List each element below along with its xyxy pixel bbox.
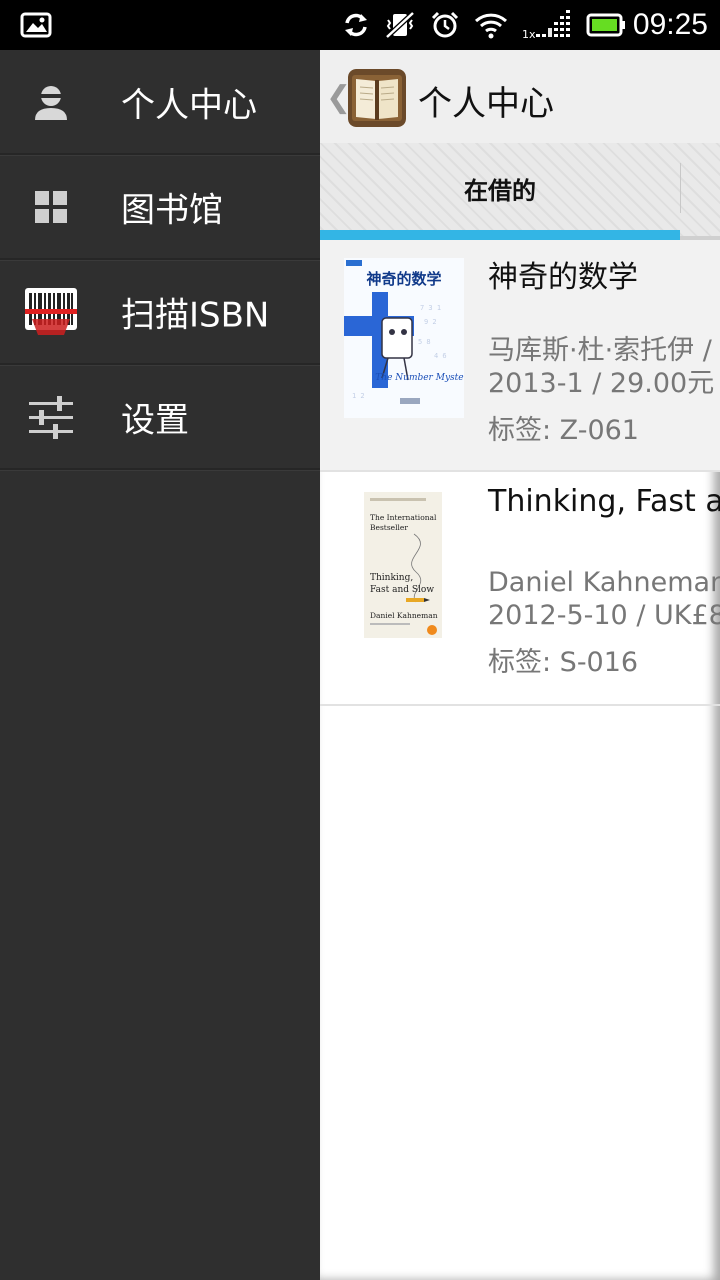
drawer-item-label: 图书馆	[121, 190, 223, 230]
drawer-item-label: 设置	[121, 400, 189, 440]
vibrate-off-icon	[384, 11, 416, 39]
cover-line2: Bestseller	[370, 523, 408, 532]
tab-indicator	[320, 230, 680, 240]
list-item[interactable]: 神奇的数学 7 3 1 9 2 5 8 4 6 1 2 The Number Myst…	[320, 240, 720, 472]
svg-text:1x: 1x	[522, 28, 536, 40]
cover-line1: The International	[370, 513, 437, 522]
book-cover: 神奇的数学 7 3 1 9 2 5 8 4 6 1 2 The Number Myst…	[344, 258, 464, 418]
sync-icon	[342, 11, 370, 39]
book-tag: 标签: Z-061	[488, 415, 639, 446]
svg-text:9 2: 9 2	[424, 318, 437, 326]
sliders-icon	[24, 390, 78, 444]
book-author: 马库斯·杜·索托伊 /	[488, 335, 712, 366]
book-title: Thinking, Fast ar	[488, 484, 720, 519]
svg-text:1 2: 1 2	[352, 392, 365, 400]
cover-line3: Thinking,	[370, 573, 413, 583]
page-title: 个人中心	[418, 84, 554, 124]
content-panel: ❮ 个人中心 在借的 神奇的数学 7 3 1 9 2 5 8 4 6 1 2 T…	[320, 50, 720, 1280]
svg-text:7 3 1: 7 3 1	[420, 304, 441, 312]
app-logo-icon[interactable]	[348, 69, 406, 127]
drawer-item-label: 扫描ISBN	[121, 295, 270, 335]
book-title: 神奇的数学	[488, 260, 638, 295]
book-publish-info: 2013-1 / 29.00元	[488, 368, 715, 399]
drawer-item-label: 个人中心	[121, 85, 257, 125]
book-list: 神奇的数学 7 3 1 9 2 5 8 4 6 1 2 The Number Myst…	[320, 240, 720, 706]
user-icon	[24, 75, 78, 129]
book-author: Daniel Kahneman /	[488, 567, 720, 598]
barcode-icon	[24, 285, 78, 339]
drawer-item-settings[interactable]: 设置	[0, 365, 320, 470]
tab-label: 在借的	[464, 177, 536, 205]
navigation-drawer: 个人中心 图书馆 扫描ISBN 设置	[0, 50, 320, 1280]
cover-author: Daniel Kahneman	[370, 611, 438, 620]
drawer-item-library[interactable]: 图书馆	[0, 155, 320, 260]
drawer-item-scan-isbn[interactable]: 扫描ISBN	[0, 260, 320, 365]
cover-subtitle: The Number Mysteries	[375, 373, 464, 383]
signal-icon: 1x	[522, 10, 572, 40]
book-tag: 标签: S-016	[488, 647, 639, 678]
drawer-item-personal-center[interactable]: 个人中心	[0, 50, 320, 155]
battery-icon	[586, 12, 626, 38]
cover-line4: Fast and Slow	[370, 585, 434, 595]
book-meta: Daniel Kahneman / 2012-5-10 / UK£8	[488, 566, 720, 632]
app-bar: ❮ 个人中心	[320, 50, 720, 145]
list-item[interactable]: The International Bestseller Thinking, F…	[320, 472, 720, 706]
grid-icon	[24, 180, 78, 234]
cover-title: 神奇的数学	[366, 270, 441, 288]
status-time: 09:25	[632, 8, 708, 41]
wifi-icon	[474, 11, 508, 39]
tab-divider	[680, 163, 681, 213]
svg-text:5 8: 5 8	[418, 338, 431, 346]
book-publish-info: 2012-5-10 / UK£8	[488, 600, 720, 631]
status-bar: 1x 09:25	[0, 0, 720, 50]
book-meta: 马库斯·杜·索托伊 / 2013-1 / 29.00元	[488, 334, 714, 400]
gallery-notification-icon	[20, 12, 52, 38]
tab-borrowed[interactable]: 在借的	[320, 143, 680, 240]
alarm-icon	[430, 10, 460, 40]
tab-bar: 在借的	[320, 143, 720, 240]
book-cover: The International Bestseller Thinking, F…	[364, 492, 442, 638]
svg-text:4 6: 4 6	[434, 352, 447, 360]
